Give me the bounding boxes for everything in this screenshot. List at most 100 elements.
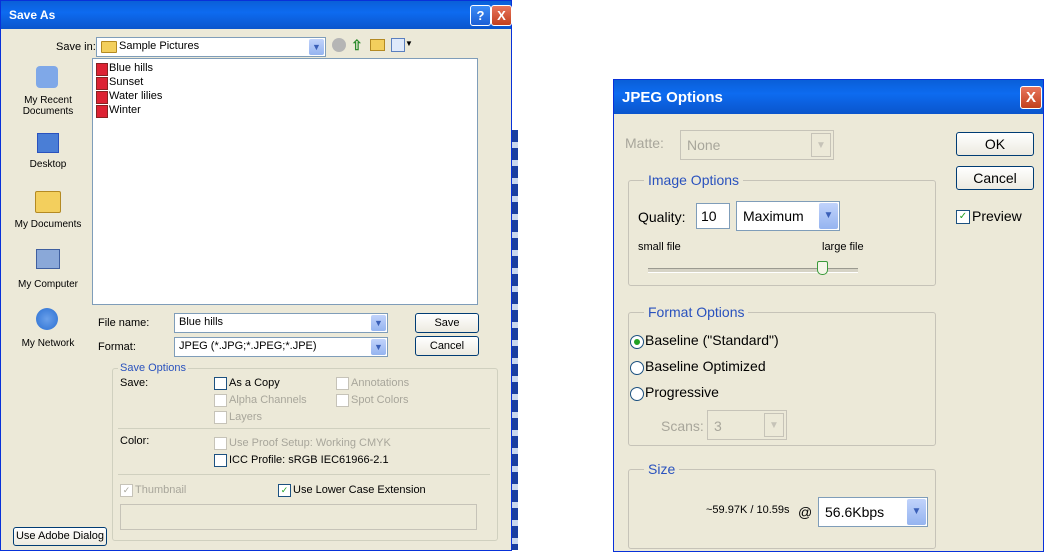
image-options-legend: Image Options [644, 172, 744, 188]
use-proof-setup-checkbox [214, 437, 227, 450]
cancel-button[interactable]: Cancel [415, 336, 479, 356]
scans-value: 3 [714, 418, 722, 434]
baseline-optimized-radio[interactable] [630, 361, 644, 375]
chevron-down-icon[interactable]: ▼ [309, 39, 324, 55]
file-name: Blue hills [109, 62, 154, 74]
save-label: Save: [120, 377, 149, 389]
cancel-button[interactable]: Cancel [956, 166, 1034, 190]
color-label: Color: [120, 435, 150, 447]
format-label: Format: [98, 341, 136, 353]
annotations-checkbox [336, 377, 349, 390]
jpeg-file-icon [96, 105, 108, 118]
places-my-documents[interactable]: My Documents [9, 189, 87, 234]
baseline-optimized-label: Baseline Optimized [645, 358, 766, 374]
quality-preset-select[interactable]: Maximum ▼ [736, 201, 840, 231]
quality-label: Quality: [638, 209, 686, 225]
up-folder-icon[interactable]: ⇧ [351, 37, 363, 54]
chevron-down-icon[interactable]: ▼ [907, 499, 926, 525]
chevron-down-icon[interactable]: ▼ [371, 339, 386, 355]
quality-input[interactable]: 10 [696, 203, 730, 229]
file-name: Winter [109, 104, 141, 116]
places-recent[interactable]: My Recent Documents [9, 61, 87, 119]
as-a-copy-checkbox[interactable] [214, 377, 227, 390]
file-name-label: File name: [98, 317, 150, 329]
spot-colors-checkbox [336, 394, 349, 407]
background-window-edge [512, 130, 518, 550]
save-as-title: Save As [9, 8, 56, 22]
jpeg-file-icon [96, 77, 108, 90]
matte-label: Matte: [625, 135, 664, 151]
file-list[interactable]: Blue hills Sunset Water lilies Winter [92, 58, 478, 305]
save-button[interactable]: Save [415, 313, 479, 333]
places-label: My Computer [17, 279, 78, 290]
divider [118, 474, 490, 475]
divider [118, 428, 490, 429]
thumbnail-label: Thumbnail [135, 484, 187, 496]
places-label: My Recent Documents [22, 95, 74, 117]
jpeg-file-icon [96, 63, 108, 76]
download-speed-select[interactable]: 56.6Kbps ▼ [818, 497, 928, 527]
radio-dot [634, 339, 640, 345]
save-in-value: Sample Pictures [119, 40, 200, 52]
help-button[interactable]: ? [470, 5, 491, 26]
format-value: JPEG (*.JPG;*.JPEG;*.JPE) [179, 340, 317, 352]
save-as-titlebar[interactable]: Save As ? X [1, 1, 512, 29]
ok-button[interactable]: OK [956, 132, 1034, 156]
my-computer-icon [36, 249, 60, 269]
save-in-combo[interactable]: Sample Pictures ▼ [96, 37, 326, 57]
places-my-computer[interactable]: My Computer [9, 247, 87, 292]
views-chevron-icon[interactable]: ▼ [405, 39, 413, 48]
baseline-standard-radio[interactable] [630, 335, 644, 349]
jpeg-options-dialog: JPEG Options X Matte: None ▼ OK Cancel ✓… [613, 79, 1044, 552]
alpha-channels-checkbox [214, 394, 227, 407]
quality-preset-value: Maximum [743, 208, 804, 224]
file-name: Water lilies [109, 90, 163, 102]
file-name: Sunset [109, 76, 144, 88]
baseline-standard-label: Baseline ("Standard") [645, 332, 779, 348]
layers-label: Layers [229, 411, 263, 423]
large-file-label: large file [822, 241, 864, 253]
close-button[interactable]: X [1020, 86, 1042, 109]
format-select[interactable]: JPEG (*.JPG;*.JPEG;*.JPE) ▼ [174, 337, 388, 357]
spot-colors-label: Spot Colors [351, 394, 409, 406]
folder-icon [101, 41, 117, 53]
places-my-network[interactable]: My Network [9, 306, 87, 351]
back-icon[interactable] [332, 38, 346, 52]
file-name-input[interactable]: Blue hills ▼ [174, 313, 388, 333]
chevron-down-icon[interactable]: ▼ [819, 203, 838, 229]
annotations-label: Annotations [351, 377, 410, 389]
format-options-legend: Format Options [644, 304, 749, 320]
download-speed-value: 56.6Kbps [825, 504, 885, 520]
small-file-label: small file [638, 241, 681, 253]
use-lower-case-label: Use Lower Case Extension [293, 484, 426, 496]
views-menu-icon[interactable] [391, 38, 405, 52]
desktop-icon [37, 133, 59, 153]
save-as-dialog: Save As ? X Save in: Sample Pictures ▼ ⇧… [0, 0, 512, 551]
places-label: My Documents [14, 219, 82, 230]
recent-documents-icon [36, 66, 58, 88]
preview-checkbox[interactable]: ✓ [956, 210, 970, 224]
places-label: Desktop [29, 159, 67, 170]
as-a-copy-label: As a Copy [229, 377, 280, 389]
alpha-channels-label: Alpha Channels [229, 394, 307, 406]
at-symbol: @ [798, 504, 813, 520]
size-estimate: ~59.97K / 10.59s [706, 504, 790, 516]
chevron-down-icon: ▼ [764, 413, 784, 437]
file-name-value: Blue hills [179, 316, 224, 328]
chevron-down-icon: ▼ [811, 133, 831, 157]
icc-profile-checkbox[interactable] [214, 454, 227, 467]
jpeg-options-titlebar[interactable]: JPEG Options X [614, 80, 1043, 114]
quality-slider-thumb[interactable] [817, 261, 829, 275]
chevron-down-icon[interactable]: ▼ [371, 315, 386, 331]
message-area [120, 504, 477, 530]
progressive-radio[interactable] [630, 387, 644, 401]
places-desktop[interactable]: Desktop [9, 131, 87, 171]
close-button[interactable]: X [491, 5, 512, 26]
use-lower-case-checkbox[interactable]: ✓ [278, 484, 291, 497]
save-in-label: Save in: [56, 41, 96, 53]
new-folder-icon[interactable] [370, 39, 385, 51]
matte-select: None ▼ [680, 130, 834, 160]
places-bar: My Recent Documents Desktop My Documents… [9, 61, 87, 351]
save-options-legend: Save Options [118, 362, 189, 374]
use-adobe-dialog-button[interactable]: Use Adobe Dialog [13, 527, 107, 546]
